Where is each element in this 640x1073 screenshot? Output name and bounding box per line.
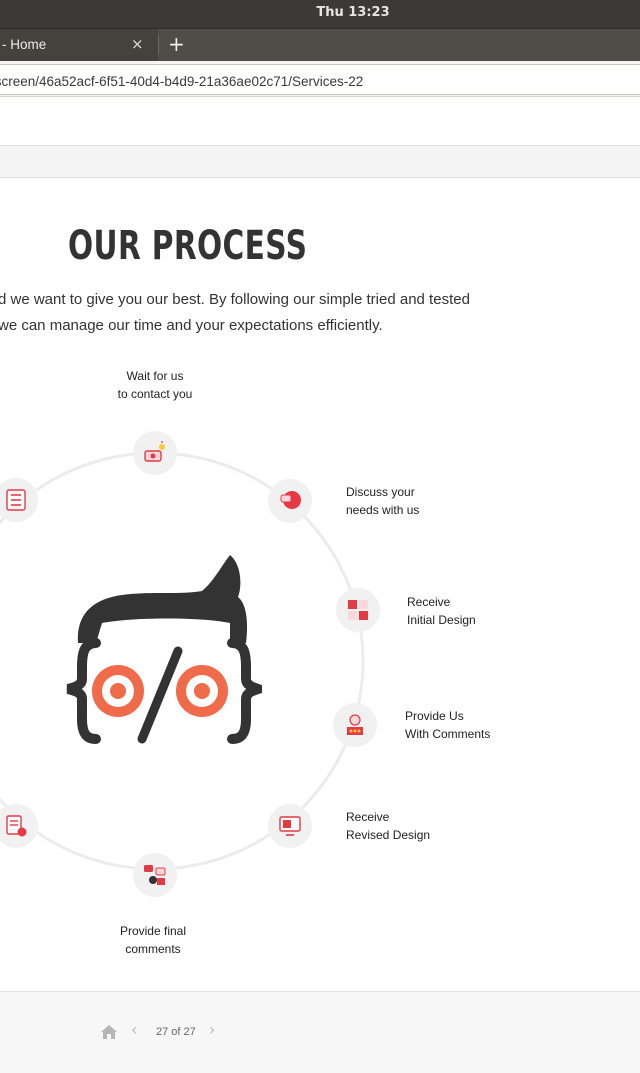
intro-line-2: we can manage our time and your expectat…: [0, 317, 383, 334]
intro-text: d we want to give you our best. By follo…: [0, 287, 470, 339]
page-toolbar-strip: [0, 146, 640, 178]
next-page-button[interactable]: ›: [209, 1020, 215, 1039]
step-label-revised-design: Receive Revised Design: [346, 810, 431, 842]
step-label-final-comments: Provide final comments: [119, 924, 187, 956]
page-title: OUR PROCESS: [68, 223, 308, 269]
monitor-design-icon: [279, 816, 301, 836]
tab-separator: [158, 36, 159, 54]
page-header-strip: [0, 97, 640, 146]
previous-page-button[interactable]: ‹: [131, 1020, 137, 1039]
checklist-icon: [6, 489, 26, 511]
new-tab-button[interactable]: +: [168, 29, 185, 59]
central-logo-icon: [66, 555, 262, 744]
document-check-icon: [6, 815, 27, 837]
address-bar[interactable]: /screen/46a52acf-6f51-40d4-b4d9-21a36ae0…: [0, 64, 640, 95]
address-bar-container: /screen/46a52acf-6f51-40d4-b4d9-21a36ae0…: [0, 61, 640, 97]
step-node-initial-design[interactable]: [336, 588, 380, 632]
person-rating-icon: [347, 714, 363, 735]
home-icon[interactable]: [100, 1024, 118, 1040]
contact-tag-icon: [144, 441, 165, 462]
tab-title: - Home: [2, 37, 47, 52]
intro-line-1: d we want to give you our best. By follo…: [0, 291, 470, 308]
slide-footer: ‹ 27 of 27 ›: [0, 991, 640, 1073]
feedback-chat-icon: [144, 865, 166, 885]
browser-tab-bar: - Home × +: [0, 28, 640, 61]
url-text: /screen/46a52acf-6f51-40d4-b4d9-21a36ae0…: [0, 74, 364, 89]
browser-tab[interactable]: - Home ×: [0, 29, 158, 61]
step-label-comments: Provide Us With Comments: [405, 709, 491, 741]
step-label-discuss: Discuss your needs with us: [346, 485, 420, 517]
discuss-head-icon: [280, 491, 301, 509]
step-label-initial-design: Receive Initial Design: [407, 595, 476, 627]
page-counter: 27 of 27: [156, 1026, 196, 1038]
step-node-final-comments[interactable]: [133, 853, 177, 897]
step-node-discuss[interactable]: [268, 479, 312, 523]
tab-close-button[interactable]: ×: [131, 29, 144, 60]
step-node-revised-design[interactable]: [268, 804, 312, 848]
puzzle-icon: [348, 600, 368, 620]
step-label-contact: Wait for us to contact you: [117, 369, 193, 401]
step-node-contact[interactable]: [133, 431, 177, 475]
step-node-comments[interactable]: [333, 703, 377, 747]
system-clock[interactable]: Thu 13:23: [0, 0, 640, 28]
system-top-bar: Thu 13:23: [0, 0, 640, 28]
